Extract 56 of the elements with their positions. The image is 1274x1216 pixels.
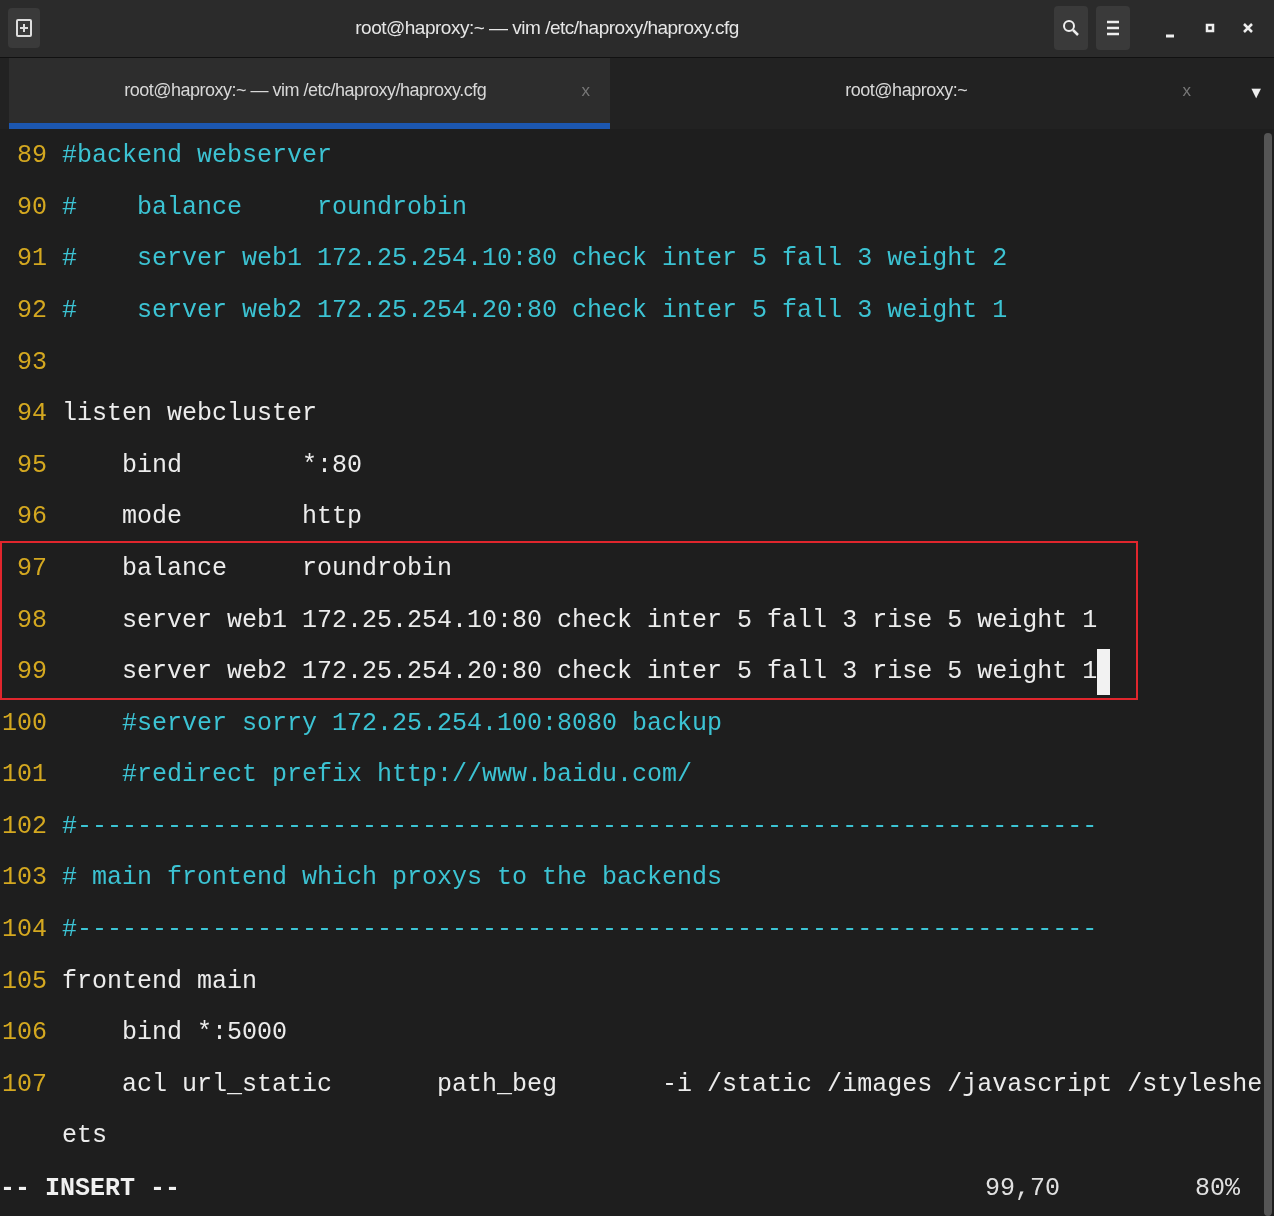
line-number: 95 bbox=[16, 449, 47, 482]
code-line: # main frontend which proxys to the backends bbox=[62, 862, 723, 895]
maximize-icon[interactable] bbox=[1205, 23, 1215, 34]
code-line: acl url_static path_beg -i /static /images /javascript /styleshe bbox=[121, 1068, 1263, 1101]
window-title: root@haproxy:~ — vim /etc/haproxy/haproxy.cfg bbox=[355, 16, 739, 41]
line-number: 90 bbox=[16, 191, 47, 224]
code-line: mode http bbox=[121, 501, 363, 534]
code-line: #server sorry 172.25.254.100:8080 backup bbox=[121, 707, 723, 740]
new-tab-button[interactable] bbox=[8, 8, 40, 49]
line-number: 92 bbox=[16, 294, 47, 327]
close-icon[interactable] bbox=[1242, 22, 1254, 35]
code-line: bind *:5000 bbox=[121, 1017, 288, 1050]
text-cursor bbox=[1097, 648, 1111, 695]
line-number: 105 bbox=[2, 965, 47, 998]
line-number: 94 bbox=[16, 398, 47, 431]
code-line: # server web2 172.25.254.20:80 check inter 5 fall 3 weight 1 bbox=[62, 294, 1008, 327]
line-number: 107 bbox=[2, 1068, 47, 1101]
menu-button[interactable] bbox=[1096, 6, 1130, 51]
code-line: listen webcluster bbox=[62, 398, 318, 431]
cursor-position: 99,70 bbox=[985, 1173, 1061, 1206]
code-line: #backend webserver bbox=[62, 140, 333, 173]
code-line: bind *:80 bbox=[121, 449, 363, 482]
line-number: 89 bbox=[16, 140, 47, 173]
code-line: balance roundrobin bbox=[121, 552, 453, 585]
code-line: #redirect prefix http://www.baidu.com/ bbox=[121, 759, 693, 792]
line-number: 98 bbox=[16, 604, 47, 637]
new-tab-icon bbox=[16, 19, 32, 38]
tab-title: root@haproxy:~ — vim /etc/haproxy/haproxy.cfg bbox=[123, 78, 488, 102]
code-line: server web1 172.25.254.10:80 check inter 5 fall 3 rise 5 weight 1 bbox=[121, 604, 1098, 637]
line-number: 106 bbox=[2, 1017, 47, 1050]
search-button[interactable] bbox=[1054, 6, 1088, 51]
tab-list-button[interactable]: ▼ bbox=[1248, 81, 1264, 106]
tab-title: root@haproxy:~ bbox=[844, 78, 969, 102]
line-number: 91 bbox=[16, 243, 47, 276]
terminal-tab[interactable]: root@haproxy:~ — vim /etc/haproxy/haproxy.cfg x bbox=[9, 57, 610, 130]
line-number: 100 bbox=[2, 707, 47, 740]
code-line: #-------------------------------------------------------------------- bbox=[62, 810, 1098, 843]
line-number: 99 bbox=[16, 656, 47, 689]
line-number: 103 bbox=[2, 862, 47, 895]
line-number: 101 bbox=[2, 759, 47, 792]
code-line: #-------------------------------------------------------------------- bbox=[62, 914, 1098, 947]
code-line: server web2 172.25.254.20:80 check inter 5 fall 3 rise 5 weight 1 bbox=[121, 656, 1098, 689]
line-number: 104 bbox=[2, 914, 47, 947]
code-line: ets bbox=[62, 1120, 107, 1153]
line-number: 102 bbox=[2, 810, 47, 843]
menu-icon bbox=[1106, 20, 1120, 37]
code-line: frontend main bbox=[62, 965, 258, 998]
line-number: 96 bbox=[16, 501, 47, 534]
mode-indicator: -- INSERT -- bbox=[0, 1173, 182, 1206]
line-number: 93 bbox=[16, 346, 47, 379]
tab-close-button[interactable]: x bbox=[1182, 77, 1191, 104]
search-icon bbox=[1062, 19, 1080, 38]
code-line: # server web1 172.25.254.10:80 check inter 5 fall 3 weight 2 bbox=[62, 243, 1008, 276]
line-number: 97 bbox=[16, 552, 47, 585]
scroll-percent: 80% bbox=[1195, 1173, 1240, 1206]
code-line: # balance roundrobin bbox=[62, 191, 468, 224]
